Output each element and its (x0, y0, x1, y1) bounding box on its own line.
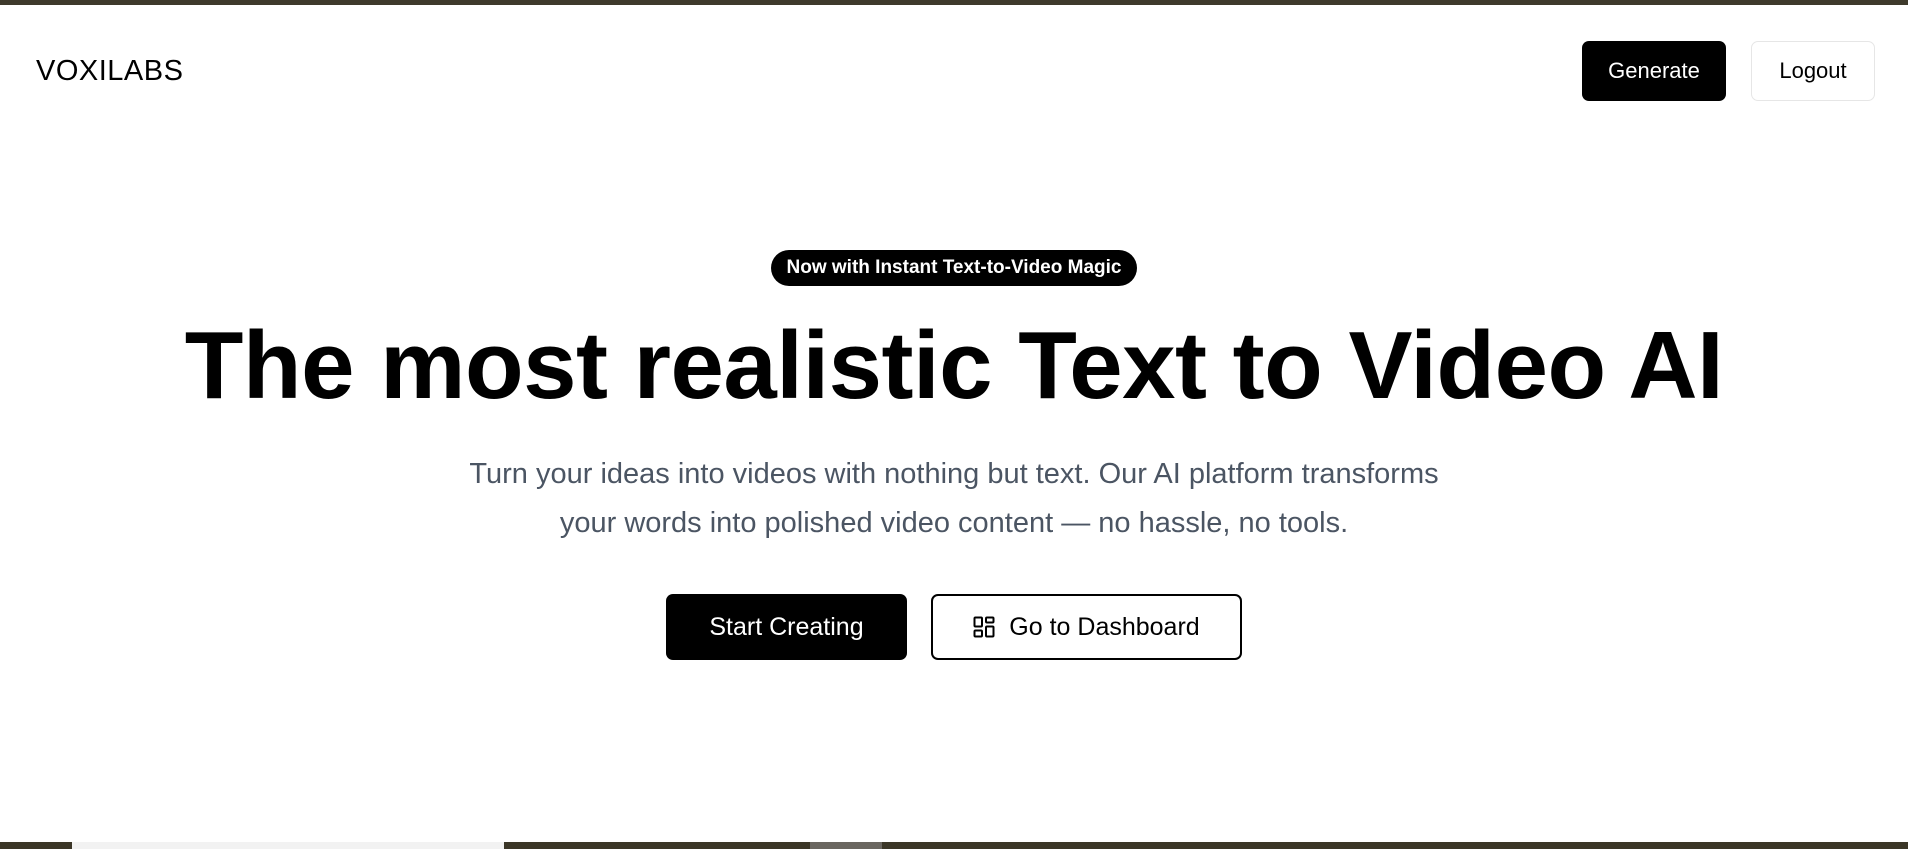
page: VOXILABS Generate Logout Now with Instan… (0, 0, 1908, 849)
start-creating-label: Start Creating (709, 612, 864, 641)
hero-subtext-line-1: Turn your ideas into videos with nothing… (469, 458, 1439, 490)
cta-row: Start Creating Go to Dashboard (0, 594, 1908, 660)
bottom-strip-segment (810, 842, 882, 849)
hero-subtext: Turn your ideas into videos with nothing… (394, 450, 1514, 548)
dashboard-grid-icon (973, 616, 995, 638)
logout-button[interactable]: Logout (1751, 41, 1875, 101)
go-to-dashboard-label: Go to Dashboard (1009, 612, 1200, 641)
bottom-strip-segment (72, 842, 504, 849)
hero-headline: The most realistic Text to Video AI (184, 312, 1724, 419)
hero-section: Now with Instant Text-to-Video Magic The… (0, 250, 1908, 660)
generate-button[interactable]: Generate (1582, 41, 1726, 101)
site-header: VOXILABS Generate Logout (0, 5, 1908, 135)
go-to-dashboard-button[interactable]: Go to Dashboard (931, 594, 1242, 660)
hero-subtext-line-2: your words into polished video content —… (559, 507, 1349, 539)
brand-logo[interactable]: VOXILABS (36, 55, 183, 88)
announcement-badge: Now with Instant Text-to-Video Magic (770, 250, 1138, 286)
start-creating-button[interactable]: Start Creating (666, 594, 907, 660)
